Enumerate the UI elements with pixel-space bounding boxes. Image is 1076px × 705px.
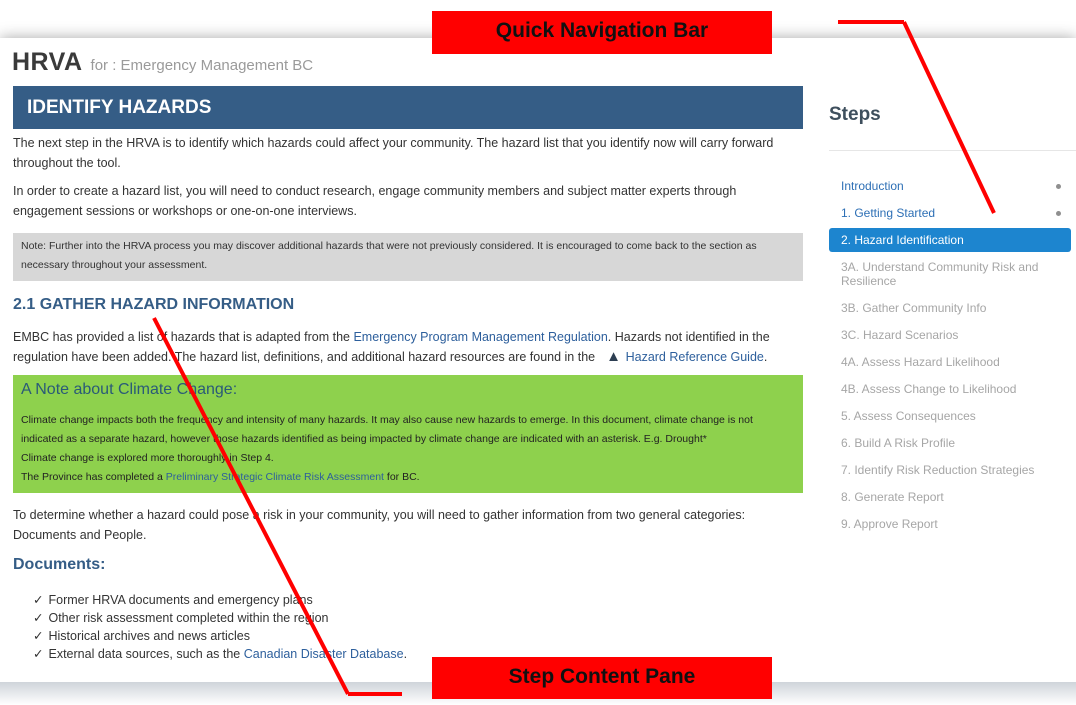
step-assess-hazard-likelihood[interactable]: 4A. Assess Hazard Likelihood (829, 350, 1071, 374)
quick-navigation-callout: Quick Navigation Bar (432, 11, 772, 54)
step-label: Introduction (841, 179, 904, 193)
documents-list: ✓ Former HRVA documents and emergency pla… (13, 591, 803, 663)
step-label: 9. Approve Report (841, 517, 938, 531)
app-header: HRVA for : Emergency Management BC (12, 48, 313, 78)
gather-text-1: EMBC has provided a list of hazards that… (13, 330, 354, 344)
step-label: 1. Getting Started (841, 206, 936, 220)
organization-subtitle: for : Emergency Management BC (90, 57, 314, 74)
step-gather-community-info[interactable]: 3B. Gather Community Info (829, 296, 1071, 320)
completed-dot-icon (1056, 211, 1061, 216)
climate-line-3: The Province has completed a Preliminary… (21, 468, 795, 487)
determine-paragraph: To determine whether a hazard could pose… (13, 508, 746, 542)
document-item: Historical archives and news articles (48, 629, 250, 643)
document-item: Other risk assessment completed within t… (48, 611, 329, 625)
gather-section-heading: 2.1 GATHER HAZARD INFORMATION (13, 296, 295, 313)
step-label: 5. Assess Consequences (841, 409, 976, 423)
step-hazard-scenarios[interactable]: 3C. Hazard Scenarios (829, 323, 1071, 347)
gather-paragraph: EMBC has provided a list of hazards that… (13, 327, 803, 367)
steps-title: Steps (829, 104, 881, 125)
step-list: Introduction 1. Getting Started 2. Hazar… (829, 174, 1071, 539)
document-item: External data sources, such as the (48, 647, 244, 661)
step-assess-change-to-likelihood[interactable]: 4B. Assess Change to Likelihood (829, 377, 1071, 401)
climate-line-1: Climate change impacts both the frequenc… (21, 414, 753, 445)
step-hazard-identification[interactable]: 2. Hazard Identification (829, 228, 1071, 252)
check-icon: ✓ (33, 593, 44, 607)
step-generate-report[interactable]: 8. Generate Report (829, 485, 1071, 509)
document-item-end: . (403, 647, 408, 661)
step-label: 3C. Hazard Scenarios (841, 328, 959, 342)
warning-triangle-icon: ▲ (606, 348, 622, 365)
step-understand-community-risk[interactable]: 3A. Understand Community Risk and Resili… (829, 255, 1071, 293)
step-getting-started[interactable]: 1. Getting Started (829, 201, 1071, 225)
steps-divider (829, 150, 1076, 151)
step-label: 7. Identify Risk Reduction Strategies (841, 463, 1035, 477)
step-content-callout: Step Content Pane (432, 657, 772, 699)
climate-risk-link[interactable]: Preliminary Strategic Climate Risk Asses… (166, 471, 384, 483)
step-label: 3B. Gather Community Info (841, 301, 987, 315)
climate-note-box: A Note about Climate Change: Climate cha… (13, 375, 803, 493)
disaster-database-link[interactable]: Canadian Disaster Database (244, 647, 404, 661)
check-icon: ✓ (33, 611, 44, 625)
note-box: Note: Further into the HRVA process you … (13, 233, 803, 281)
step-approve-report[interactable]: 9. Approve Report (829, 512, 1071, 536)
completed-dot-icon (1056, 184, 1061, 189)
step-build-risk-profile[interactable]: 6. Build A Risk Profile (829, 431, 1071, 455)
step-label: 4A. Assess Hazard Likelihood (841, 355, 1000, 369)
climate-note-title: A Note about Climate Change: (21, 381, 238, 398)
step-assess-consequences[interactable]: 5. Assess Consequences (829, 404, 1071, 428)
list-item: ✓ Other risk assessment completed within … (33, 609, 803, 627)
check-icon: ✓ (33, 629, 44, 643)
step-label: 8. Generate Report (841, 490, 944, 504)
step-label: 3A. Understand Community Risk and Resili… (841, 260, 1039, 288)
check-icon: ✓ (33, 647, 44, 661)
intro-paragraph-1: The next step in the HRVA is to identify… (13, 136, 774, 170)
step-label: 4B. Assess Change to Likelihood (841, 382, 1017, 396)
section-title: IDENTIFY HAZARDS (13, 86, 803, 129)
step-label: 6. Build A Risk Profile (841, 436, 956, 450)
hazard-guide-link[interactable]: Hazard Reference Guide (626, 350, 764, 364)
quick-navigation-bar: Steps Introduction 1. Getting Started 2.… (829, 38, 1076, 683)
documents-heading: Documents: (13, 556, 106, 573)
document-item: Former HRVA documents and emergency plan… (48, 593, 313, 607)
regulation-link[interactable]: Emergency Program Management Regulation (353, 330, 607, 344)
step-content-pane: IDENTIFY HAZARDS The next step in the HR… (13, 86, 803, 683)
hrva-page: HRVA for : Emergency Management BC IDENT… (0, 38, 1076, 683)
climate-line-3-end: for BC. (383, 471, 420, 483)
climate-line-3-text: The Province has completed a (21, 471, 166, 483)
gather-text-3: . (763, 350, 768, 364)
climate-line-2: Climate change is explored more thorough… (21, 452, 274, 464)
list-item: ✓ Historical archives and news articles (33, 627, 803, 645)
step-identify-risk-reduction[interactable]: 7. Identify Risk Reduction Strategies (829, 458, 1071, 482)
app-logo[interactable]: HRVA (12, 48, 83, 77)
list-item: ✓ Former HRVA documents and emergency pla… (33, 591, 803, 609)
step-introduction[interactable]: Introduction (829, 174, 1071, 198)
step-label: 2. Hazard Identification (841, 233, 964, 247)
intro-paragraph-2: In order to create a hazard list, you wi… (13, 184, 737, 218)
